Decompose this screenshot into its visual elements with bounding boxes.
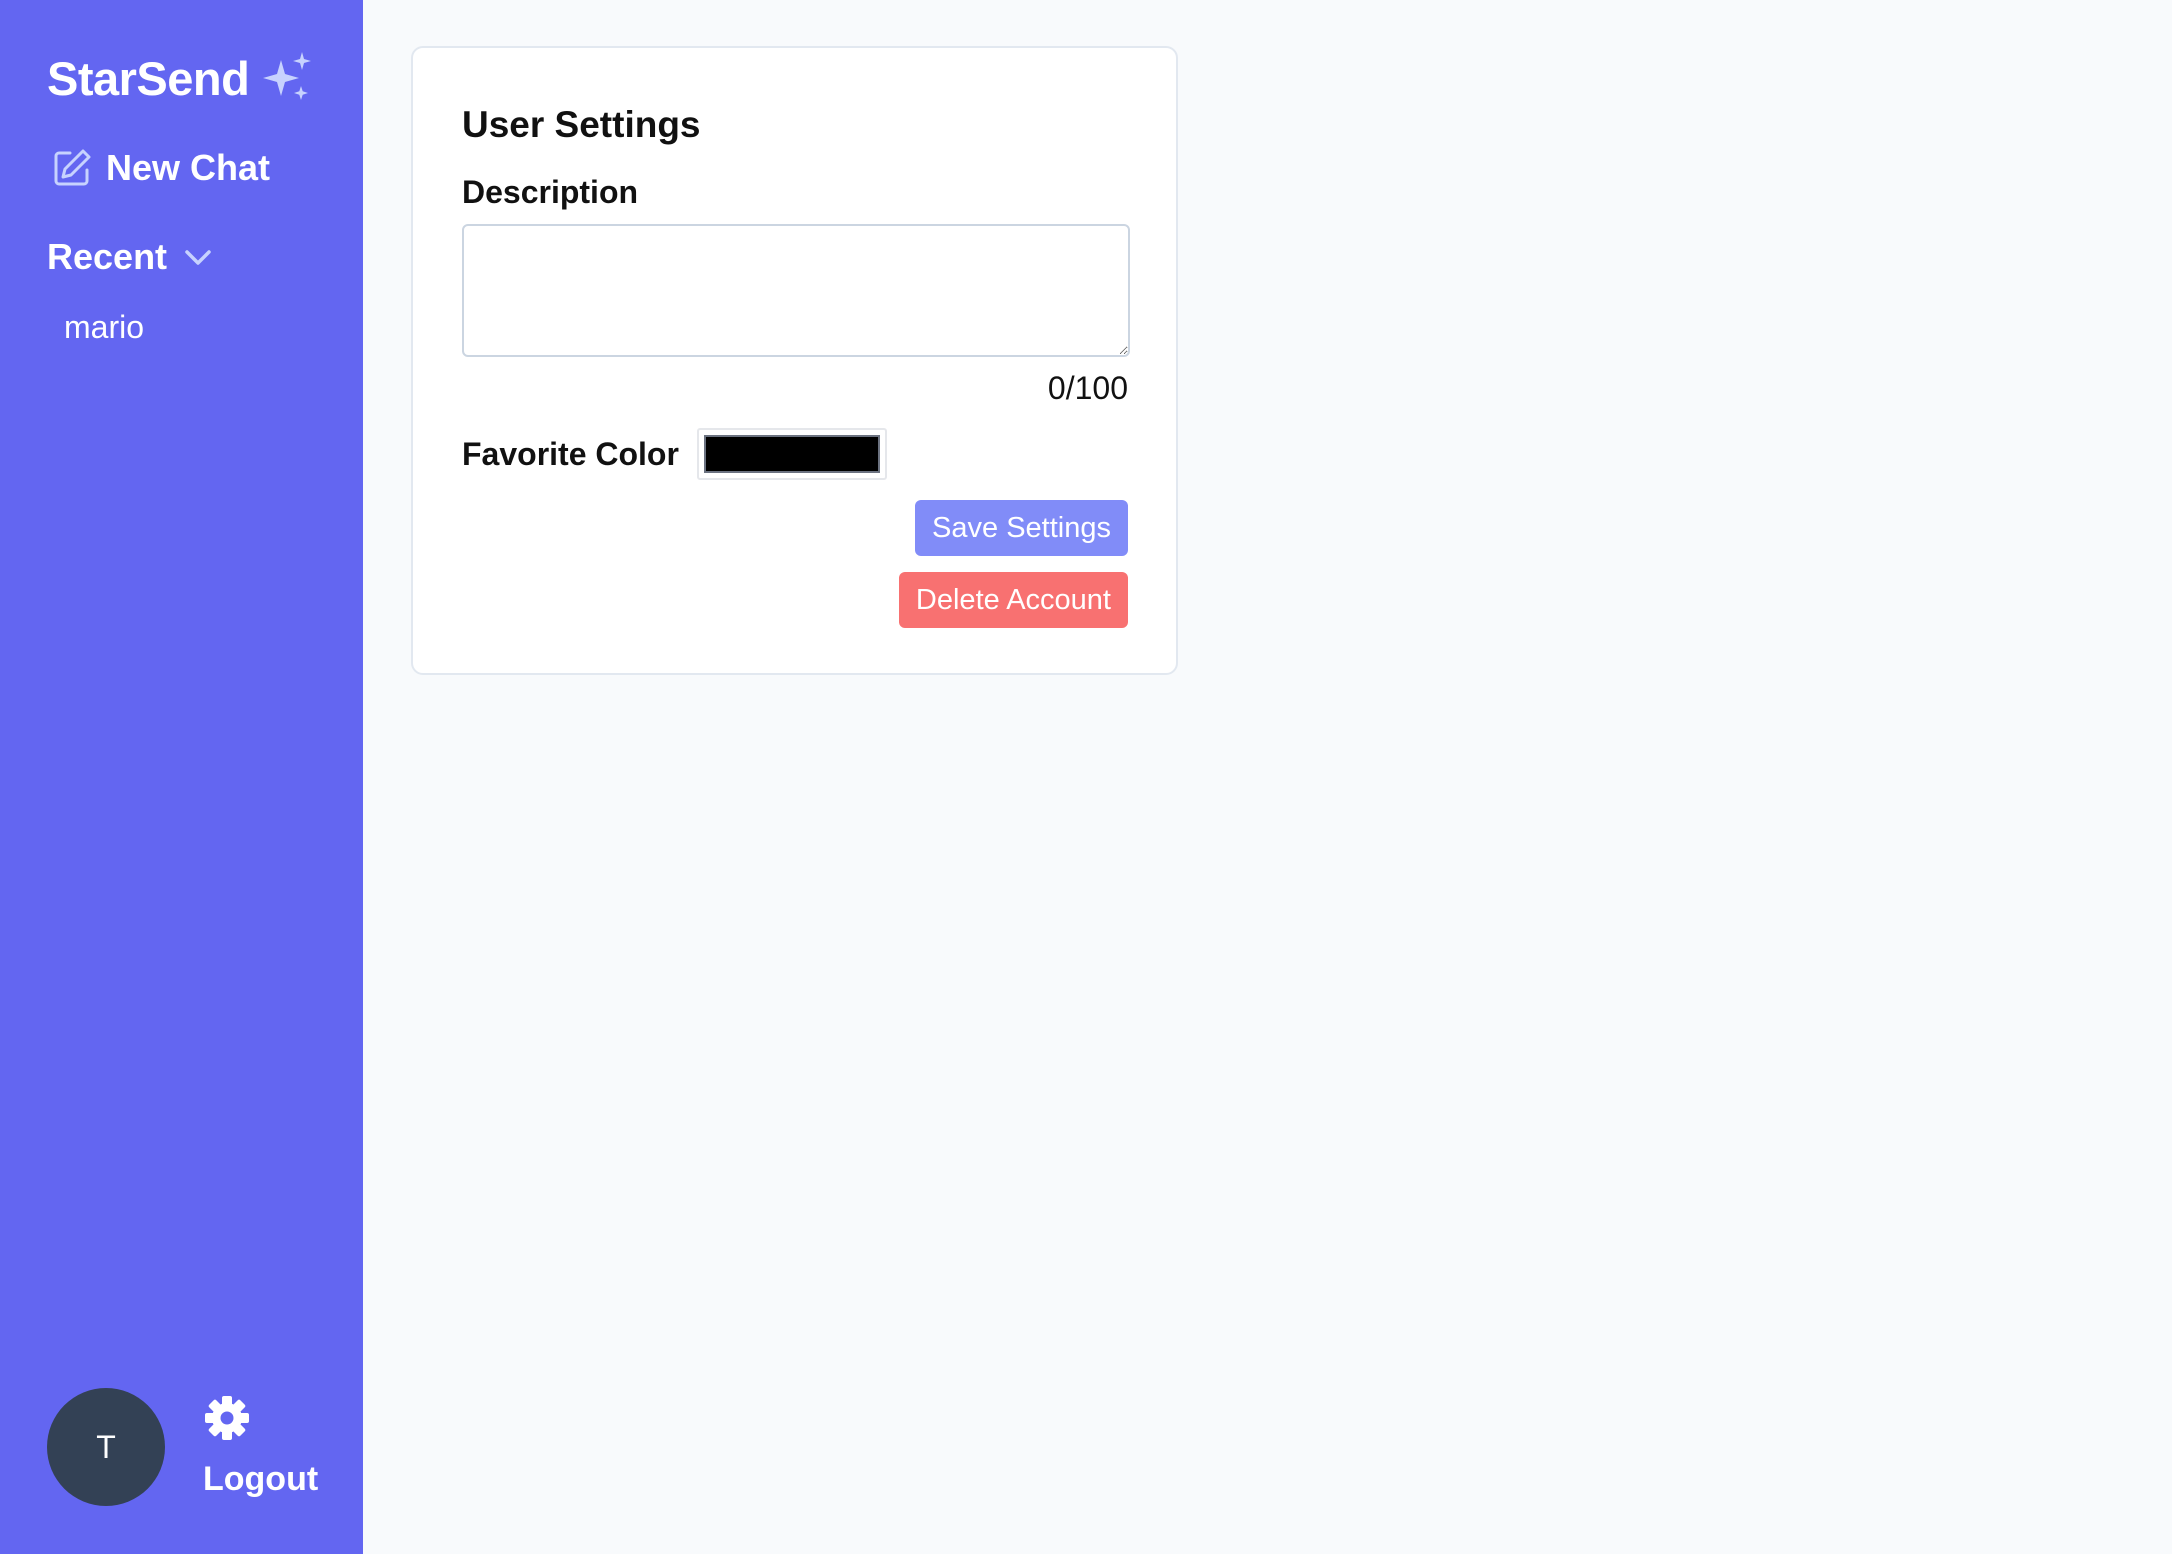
chevron-down-icon <box>181 240 215 274</box>
character-counter: 0/100 <box>1047 370 1128 406</box>
edit-icon <box>50 146 94 190</box>
avatar[interactable]: T <box>47 1388 165 1506</box>
logout-button[interactable]: Logout <box>203 1460 318 1499</box>
delete-account-button[interactable]: Delete Account <box>898 572 1128 628</box>
recent-label: Recent <box>47 236 168 277</box>
recent-item-mario[interactable]: mario <box>64 306 144 348</box>
app-root: StarSend New Chat Recent mario T Logout … <box>0 0 2172 1554</box>
color-swatch-fill <box>703 435 880 473</box>
new-chat-label: New Chat <box>106 147 271 188</box>
favorite-color-picker[interactable] <box>696 428 887 480</box>
main-content: User Settings Description 0/100 Favorite… <box>363 0 2172 1554</box>
page-title: User Settings <box>462 104 701 145</box>
save-settings-button[interactable]: Save Settings <box>915 500 1128 556</box>
avatar-initial: T <box>96 1428 116 1465</box>
favorite-color-row: Favorite Color <box>462 428 887 480</box>
description-label: Description <box>462 174 639 210</box>
brand-name: StarSend <box>47 51 250 105</box>
user-settings-card: User Settings Description 0/100 Favorite… <box>411 46 1178 675</box>
description-input[interactable] <box>462 224 1130 357</box>
recent-toggle[interactable]: Recent <box>47 236 215 278</box>
recent-list: mario <box>64 306 144 348</box>
footer-actions: Logout <box>203 1388 318 1499</box>
brand: StarSend <box>47 50 315 106</box>
gear-icon[interactable] <box>203 1394 251 1442</box>
sparkles-icon <box>259 50 315 106</box>
sidebar-footer: T Logout <box>47 1388 318 1506</box>
new-chat-button[interactable]: New Chat <box>50 146 270 190</box>
favorite-color-label: Favorite Color <box>462 435 679 472</box>
sidebar: StarSend New Chat Recent mario T Logout <box>0 0 363 1554</box>
